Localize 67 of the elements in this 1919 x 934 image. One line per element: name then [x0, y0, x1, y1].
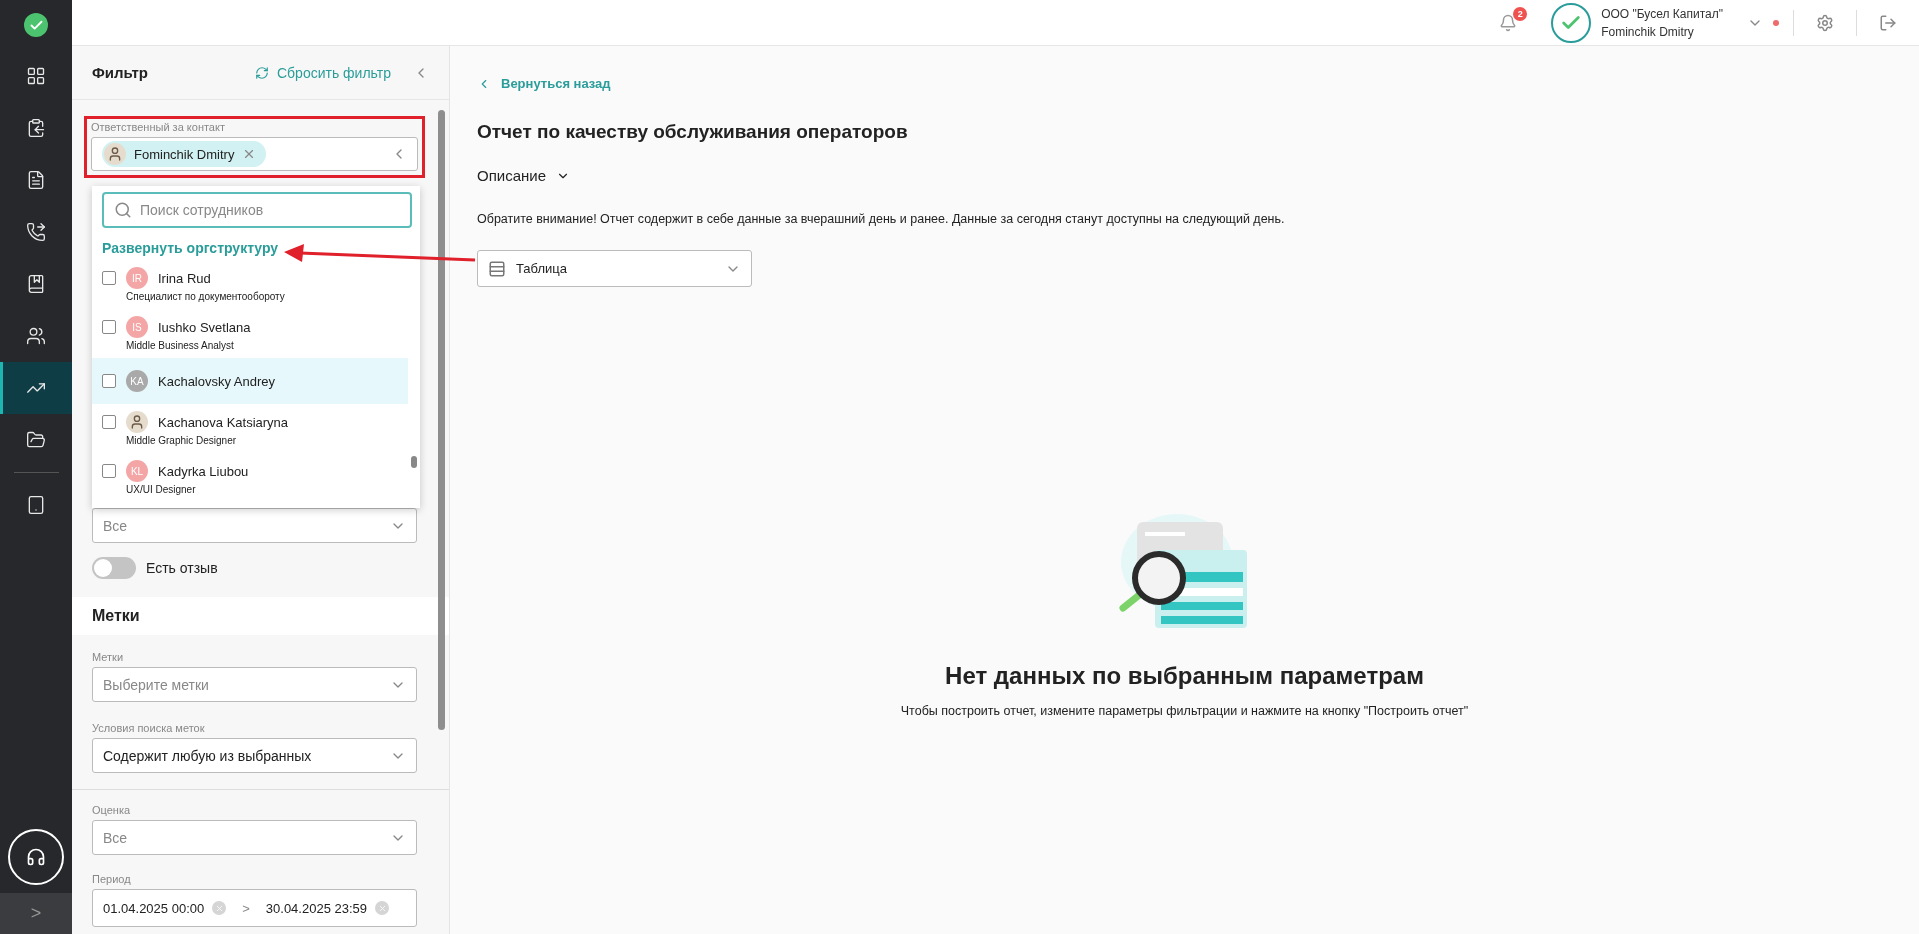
checkbox[interactable]: [102, 320, 116, 334]
view-select[interactable]: Таблица: [477, 250, 752, 287]
refresh-icon: [254, 65, 269, 80]
scrollbar-thumb[interactable]: [411, 456, 417, 468]
employee-name: Irina Rud: [158, 270, 211, 286]
person-avatar-icon: [104, 143, 126, 165]
expand-button[interactable]: >: [0, 893, 72, 934]
employee-name: Kadyrka Liubou: [158, 463, 249, 479]
bell-icon[interactable]: [1499, 13, 1518, 32]
field-label: Метки: [92, 651, 125, 663]
initials-avatar: KA: [126, 370, 148, 392]
scrollbar-thumb[interactable]: [438, 110, 445, 730]
employee-option[interactable]: Kachanova Katsiaryna Middle Graphic Designer: [92, 404, 408, 453]
date-from-field[interactable]: 01.04.2025 00:00: [103, 900, 205, 916]
notification-badge: 2: [1513, 6, 1528, 21]
section-heading: Метки: [72, 597, 449, 635]
headset-button[interactable]: [8, 829, 64, 885]
toggle-label: Есть отзыв: [146, 560, 218, 576]
employee-role: Middle Business Analyst: [126, 340, 235, 351]
employee-search-field[interactable]: Поиск сотрудников: [102, 192, 412, 228]
checkbox[interactable]: [102, 374, 116, 388]
employee-option[interactable]: IS Iushko Svetlana Middle Business Analyst: [92, 309, 408, 358]
initials-avatar: IR: [126, 267, 148, 289]
initials-avatar: KL: [126, 460, 148, 482]
field-label: Ответственный за контакт: [91, 121, 226, 133]
search-icon: [114, 201, 132, 219]
description-toggle[interactable]: Описание: [477, 167, 547, 184]
employee-option[interactable]: KA Kachalovsky Andrey: [92, 358, 408, 404]
field-label: Оценка: [92, 804, 132, 816]
field-label: Период: [92, 873, 132, 885]
chart-nav-icon[interactable]: [0, 362, 72, 414]
rating-select[interactable]: Все: [92, 820, 417, 855]
date-to-field[interactable]: 30.04.2025 23:59: [265, 900, 368, 916]
condition-select[interactable]: Содержит любую из выбранных: [92, 738, 417, 773]
account-avatar-icon[interactable]: [1551, 2, 1592, 43]
initials-avatar: IS: [126, 316, 148, 338]
counterparty-select[interactable]: Все: [92, 508, 417, 543]
employee-option[interactable]: KL Kadyrka Liubou UX/UI Designer: [92, 453, 408, 502]
logo-icon: [24, 13, 48, 37]
selected-chip[interactable]: Fominchik Dmitry: [102, 141, 267, 167]
employee-role: Middle Graphic Designer: [126, 435, 238, 446]
company-name: ООО "Бусел Капитал": [1601, 5, 1723, 23]
empty-title: Нет данных по выбранным параметрам: [945, 662, 1424, 690]
tags-select[interactable]: Выберите метки: [92, 667, 417, 702]
person-avatar-icon: [126, 411, 148, 433]
employee-role: Специалист по документообороту: [126, 291, 286, 302]
table-icon: [488, 259, 506, 278]
range-separator: >: [242, 900, 250, 916]
logout-icon[interactable]: [1879, 13, 1897, 32]
employee-option[interactable]: IR Irina Rud Специалист по документообороту: [92, 260, 408, 309]
checkbox[interactable]: [102, 415, 116, 429]
field-label: Условия поиска меток: [92, 722, 206, 734]
notice-text: Обратите внимание! Отчет содержит в себе данные за вчерашний день и ранее. Данные за сегодня станут доступны на следующий день.: [477, 212, 1286, 226]
employee-name: Kachanova Katsiaryna: [158, 414, 289, 430]
responsible-select[interactable]: Fominchik Dmitry: [91, 137, 418, 171]
employee-name: Iushko Svetlana: [158, 319, 251, 335]
settings-icon[interactable]: [1816, 13, 1834, 32]
employee-role: UX/UI Designer: [126, 484, 197, 495]
page-title: Отчет по качеству обслуживания операторов: [477, 121, 909, 143]
filter-title: Фильтр: [92, 64, 149, 81]
user-name: Fominchik Dmitry: [1601, 23, 1695, 41]
checkbox[interactable]: [102, 464, 116, 478]
empty-hint: Чтобы построить отчет, измените параметры фильтрации и нажмите на кнопку "Построить отчет": [900, 704, 1469, 718]
feedback-toggle[interactable]: [92, 557, 136, 579]
employee-name: Kachalovsky Andrey: [158, 373, 276, 389]
checkbox[interactable]: [102, 271, 116, 285]
headset-icon: [26, 847, 46, 867]
